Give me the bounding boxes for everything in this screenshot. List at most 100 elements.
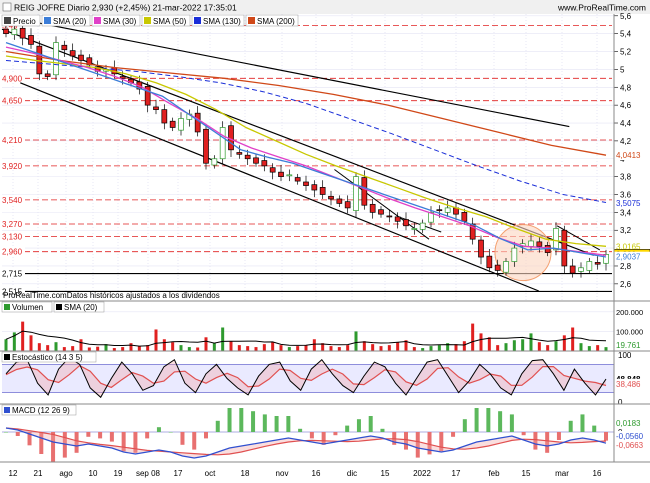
volume-bar — [46, 345, 50, 351]
x-tick-label: nov — [276, 469, 289, 478]
volume-bar — [179, 345, 183, 351]
volume-bar — [96, 346, 100, 351]
volume-bar — [287, 347, 291, 351]
candle-body — [336, 198, 343, 204]
legend-swatch — [194, 17, 201, 24]
x-tick-label: 19 — [114, 469, 123, 478]
x-tick-label: 21 — [34, 469, 43, 478]
candle-body — [511, 247, 518, 262]
candle-body — [261, 160, 268, 167]
candle-body — [11, 28, 18, 35]
candle-body — [211, 158, 218, 166]
volume-bar — [362, 341, 366, 351]
macd-histogram-bar — [86, 432, 91, 437]
price-right-label: 2,9037 — [616, 253, 641, 262]
volume-last-label: 19.761 — [616, 341, 641, 350]
candle-body — [194, 112, 201, 133]
macd-histogram-bar — [192, 432, 197, 450]
volume-bar — [596, 345, 600, 351]
volume-y-axis: 200.000 100.000 19.761 — [614, 301, 650, 351]
x-tick-label: 15 — [381, 469, 390, 478]
macd-histogram-bar — [345, 425, 350, 432]
candle-body — [486, 255, 493, 269]
volume-bar — [162, 339, 166, 351]
macd-histogram-bar — [180, 432, 185, 445]
y-tick-label: 5 — [620, 65, 625, 74]
volume-bar — [571, 327, 575, 351]
candle-body — [69, 50, 76, 57]
macd-histogram-bar — [156, 427, 161, 432]
legend-label: Volumen — [12, 303, 43, 312]
macd-histogram-bar — [451, 432, 456, 437]
volume-panel[interactable]: 200.000 100.000 19.761 Volumen SMA (20) — [0, 301, 650, 351]
candle-body — [286, 174, 293, 177]
volume-bar — [437, 345, 441, 351]
candle-body — [503, 261, 509, 273]
legend-label: SMA (20) — [53, 17, 87, 26]
legend-swatch — [4, 354, 10, 360]
volume-bar — [62, 347, 66, 351]
macd-histogram-bar — [427, 432, 432, 455]
stochastic-y-axis: 100048,84838,486 — [614, 351, 650, 407]
macd-panel[interactable]: 00,0183-0,0560-0,0663 MACD (12 26 9) — [0, 404, 650, 463]
candle-body — [311, 184, 318, 191]
price-level-label: 4,210 — [2, 136, 23, 145]
stochastic-panel[interactable]: 100048,84838,486 Estocástico (14 3 5) — [0, 351, 650, 407]
volume-bar — [296, 346, 300, 351]
window-icon[interactable] — [2, 2, 12, 12]
volume-bar — [246, 346, 250, 351]
y-tick-label: 5,4 — [620, 30, 632, 39]
candle-body — [228, 125, 234, 151]
volume-bar — [387, 345, 391, 351]
volume-bar — [512, 340, 516, 351]
macd-histogram-bar — [204, 432, 208, 439]
volume-bar — [4, 339, 8, 351]
legend-swatch — [44, 17, 51, 24]
candle-body — [278, 171, 284, 177]
stochastic-right-label: 38,486 — [616, 380, 641, 389]
volume-y-tick-label: 200.000 — [616, 308, 643, 317]
legend-label: MACD (12 26 9) — [12, 406, 70, 415]
footer-note: ProRealTime.comDatos históricos ajustado… — [3, 291, 220, 300]
volume-bar — [37, 343, 41, 351]
y-tick-label: 4,8 — [620, 83, 632, 92]
stock-chart-svg[interactable]: REIG JOFRE Diario 2,930 (+2,45%) 21-mar-… — [0, 0, 650, 483]
candle-body — [578, 267, 584, 272]
candle-body — [236, 152, 243, 155]
legend-swatch — [4, 304, 10, 310]
macd-histogram-bar — [309, 432, 314, 439]
candle-body — [461, 212, 468, 222]
x-tick-label: ago — [59, 469, 73, 478]
volume-bar — [546, 345, 550, 351]
price-level-label: 3,540 — [2, 196, 23, 205]
macd-histogram-bar — [356, 419, 361, 432]
site-label: www.ProRealTime.com — [557, 3, 646, 13]
volume-bar — [221, 327, 225, 351]
volume-bar — [337, 347, 341, 351]
macd-histogram-bar — [239, 408, 244, 432]
macd-histogram-bar — [462, 419, 467, 432]
volume-bar — [429, 346, 433, 351]
volume-bar — [312, 339, 316, 351]
candle-body — [569, 265, 576, 274]
macd-histogram-bar — [509, 414, 514, 432]
price-level-label: 4,650 — [2, 97, 23, 106]
volume-bar — [29, 335, 33, 351]
candle-body — [28, 35, 34, 45]
price-right-label: 3,5075 — [616, 199, 641, 208]
legend-label: SMA (130) — [203, 17, 241, 26]
candle-body — [319, 186, 326, 195]
volume-bar — [379, 346, 383, 351]
x-tick-label: 16 — [312, 469, 321, 478]
volume-bar — [562, 335, 566, 351]
volume-bar — [529, 333, 533, 351]
volume-bar — [129, 343, 133, 351]
legend-label: Precio — [13, 17, 36, 26]
volume-bar — [587, 346, 591, 351]
macd-histogram-bar — [521, 432, 526, 436]
x-tick-label: 17 — [452, 469, 461, 478]
macd-histogram-bar — [604, 432, 608, 441]
candle-body — [36, 45, 43, 75]
volume-bar — [121, 347, 125, 351]
macd-histogram-bar — [286, 416, 291, 432]
